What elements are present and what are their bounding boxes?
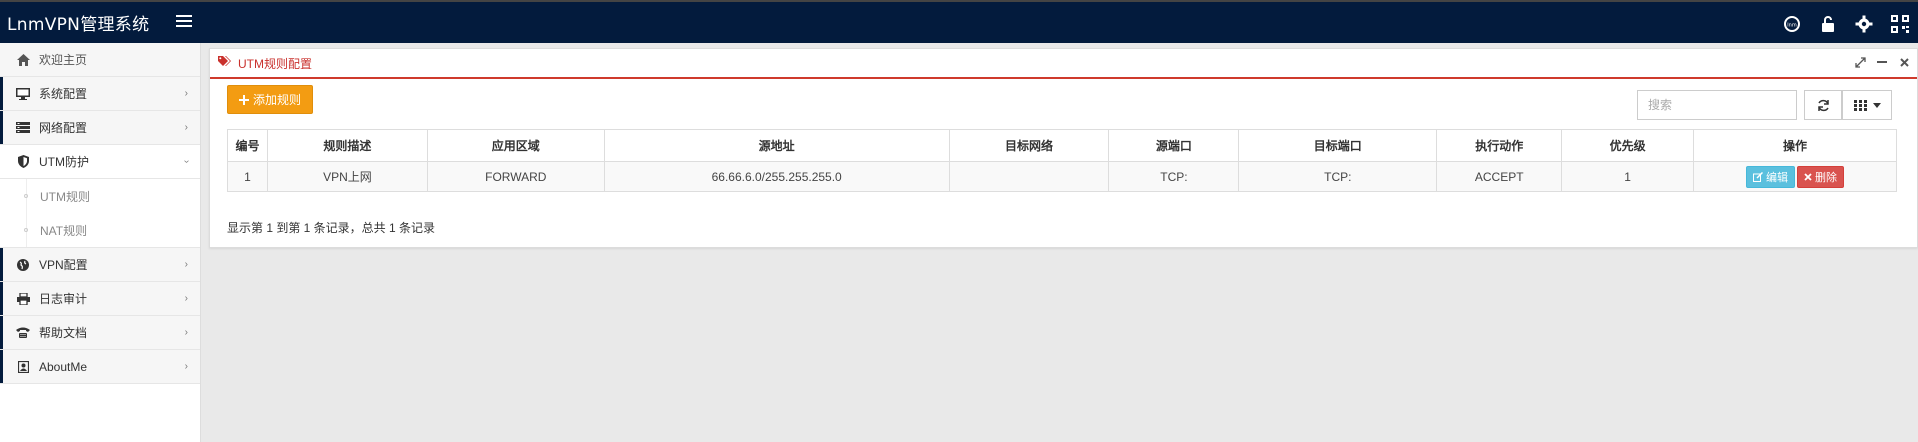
grid-icon [1853, 99, 1867, 111]
gear-icon[interactable] [1846, 2, 1882, 45]
chevron-right-icon: › [184, 259, 188, 270]
chevron-right-icon: › [184, 327, 188, 338]
edit-label: 编辑 [1766, 171, 1789, 184]
rules-table: 编号 规则描述 应用区域 源地址 目标网络 源端口 目标端口 执行动作 优先级 … [227, 129, 1897, 192]
chevron-right-icon: › [184, 122, 188, 133]
column-header[interactable]: 执行动作 [1436, 129, 1563, 162]
sidebar-item-help-docs[interactable]: 帮助文档 › [0, 316, 200, 350]
sidebar-subitem-utm-rules[interactable]: UTM规则 [0, 179, 200, 213]
cell-destination-port: TCP: [1238, 161, 1438, 192]
edit-button[interactable]: 编辑 [1746, 165, 1796, 188]
edit-icon [1753, 171, 1764, 182]
user-circle-icon[interactable]: lnm [1774, 2, 1810, 45]
plus-icon [239, 94, 249, 105]
top-navbar: LnmVPN管理系统 lnm [0, 0, 1918, 43]
column-header[interactable]: 应用区域 [426, 129, 605, 162]
caret-down-icon [1872, 102, 1881, 108]
search-input[interactable] [1637, 90, 1797, 120]
columns-toggle-button[interactable] [1842, 90, 1892, 120]
column-header[interactable]: 源地址 [603, 129, 950, 162]
sidebar-item-label: VPN配置 [39, 258, 88, 272]
phone-icon [16, 326, 30, 340]
pagination-summary: 显示第 1 到第 1 条记录，总共 1 条记录 [227, 221, 436, 235]
cell-operations: 编辑 删除 [1693, 161, 1897, 192]
cell-action: ACCEPT [1436, 161, 1563, 192]
chevron-right-icon: › [184, 88, 188, 99]
sidebar-subitem-label: UTM规则 [40, 189, 90, 204]
sidebar-item-vpn-config[interactable]: VPN配置 › [0, 248, 200, 282]
qrcode-icon[interactable] [1882, 2, 1918, 45]
app-title: LnmVPN管理系统 [7, 15, 150, 35]
refresh-icon [1817, 99, 1829, 111]
cell-source-address: 66.66.6.0/255.255.255.0 [603, 161, 950, 192]
column-header[interactable]: 目标端口 [1238, 129, 1438, 162]
add-rule-button[interactable]: 添加规则 [227, 85, 314, 114]
server-icon [16, 121, 30, 135]
sidebar-item-utm[interactable]: UTM防护 › [0, 145, 200, 179]
chevron-right-icon: › [184, 293, 188, 304]
panel-title: UTM规则配置 [238, 56, 312, 71]
sidebar-item-system-config[interactable]: 系统配置 › [0, 77, 200, 111]
sidebar-subitem-label: NAT规则 [40, 223, 88, 238]
utm-submenu: UTM规则 NAT规则 [0, 179, 200, 248]
monitor-icon [16, 87, 30, 101]
column-header[interactable]: 源端口 [1108, 129, 1240, 162]
add-rule-label: 添加规则 [253, 93, 302, 107]
sidebar-subitem-nat-rules[interactable]: NAT规则 [0, 213, 200, 247]
sidebar-item-label: 系统配置 [39, 87, 88, 101]
sidebar-item-network-config[interactable]: 网络配置 › [0, 111, 200, 145]
column-header[interactable]: 规则描述 [266, 129, 428, 162]
column-header[interactable]: 编号 [227, 129, 268, 162]
cell-id: 1 [227, 161, 268, 192]
column-header[interactable]: 目标网络 [948, 129, 1110, 162]
globe-icon [16, 258, 30, 272]
sidebar-item-label: 欢迎主页 [39, 53, 88, 67]
delete-label: 删除 [1815, 171, 1838, 184]
table-row[interactable]: 1 VPN上网 FORWARD 66.66.6.0/255.255.255.0 … [227, 161, 1897, 192]
unlock-icon[interactable] [1810, 2, 1846, 45]
panel-header: UTM规则配置 [210, 49, 1917, 79]
cell-source-port: TCP: [1108, 161, 1240, 192]
sidebar-item-label: UTM防护 [39, 155, 89, 169]
sidebar-item-label: 网络配置 [39, 121, 88, 135]
utm-rules-panel: UTM规则配置 添加规则 编号 规则描述 应用区域 源地址 目标网络 源端口 [209, 48, 1918, 248]
hamburger-menu-icon[interactable] [176, 15, 192, 29]
cell-destination-network [948, 161, 1110, 192]
cell-zone: FORWARD [426, 161, 605, 192]
sidebar-item-label: AboutMe [39, 359, 88, 374]
sidebar-item-home[interactable]: 欢迎主页 [0, 43, 200, 77]
sidebar-item-log-audit[interactable]: 日志审计 › [0, 282, 200, 316]
contact-card-icon [16, 360, 30, 374]
sidebar-item-about-me[interactable]: AboutMe › [0, 350, 200, 384]
column-header[interactable]: 优先级 [1561, 129, 1695, 162]
chevron-right-icon: › [184, 361, 188, 372]
minimize-icon[interactable] [1875, 55, 1889, 69]
sidebar-item-label: 日志审计 [39, 292, 88, 306]
cell-description: VPN上网 [266, 161, 428, 192]
shield-icon [16, 155, 30, 169]
expand-icon[interactable] [1853, 55, 1867, 69]
table-header-row: 编号 规则描述 应用区域 源地址 目标网络 源端口 目标端口 执行动作 优先级 … [227, 129, 1897, 162]
column-header: 操作 [1693, 129, 1897, 162]
printer-icon [16, 292, 30, 306]
home-icon [16, 53, 30, 67]
close-icon [1804, 172, 1812, 181]
delete-button[interactable]: 删除 [1797, 165, 1845, 188]
sidebar: 欢迎主页 系统配置 › 网络配置 › UTM防护 › UTM规则 NAT规则 V… [0, 43, 201, 442]
svg-text:lnm: lnm [1787, 22, 1797, 28]
sidebar-item-label: 帮助文档 [39, 326, 88, 340]
refresh-button[interactable] [1804, 90, 1842, 120]
cell-priority: 1 [1561, 161, 1695, 192]
tags-icon [218, 56, 232, 70]
close-icon[interactable] [1897, 55, 1911, 69]
chevron-down-icon: › [180, 159, 192, 164]
